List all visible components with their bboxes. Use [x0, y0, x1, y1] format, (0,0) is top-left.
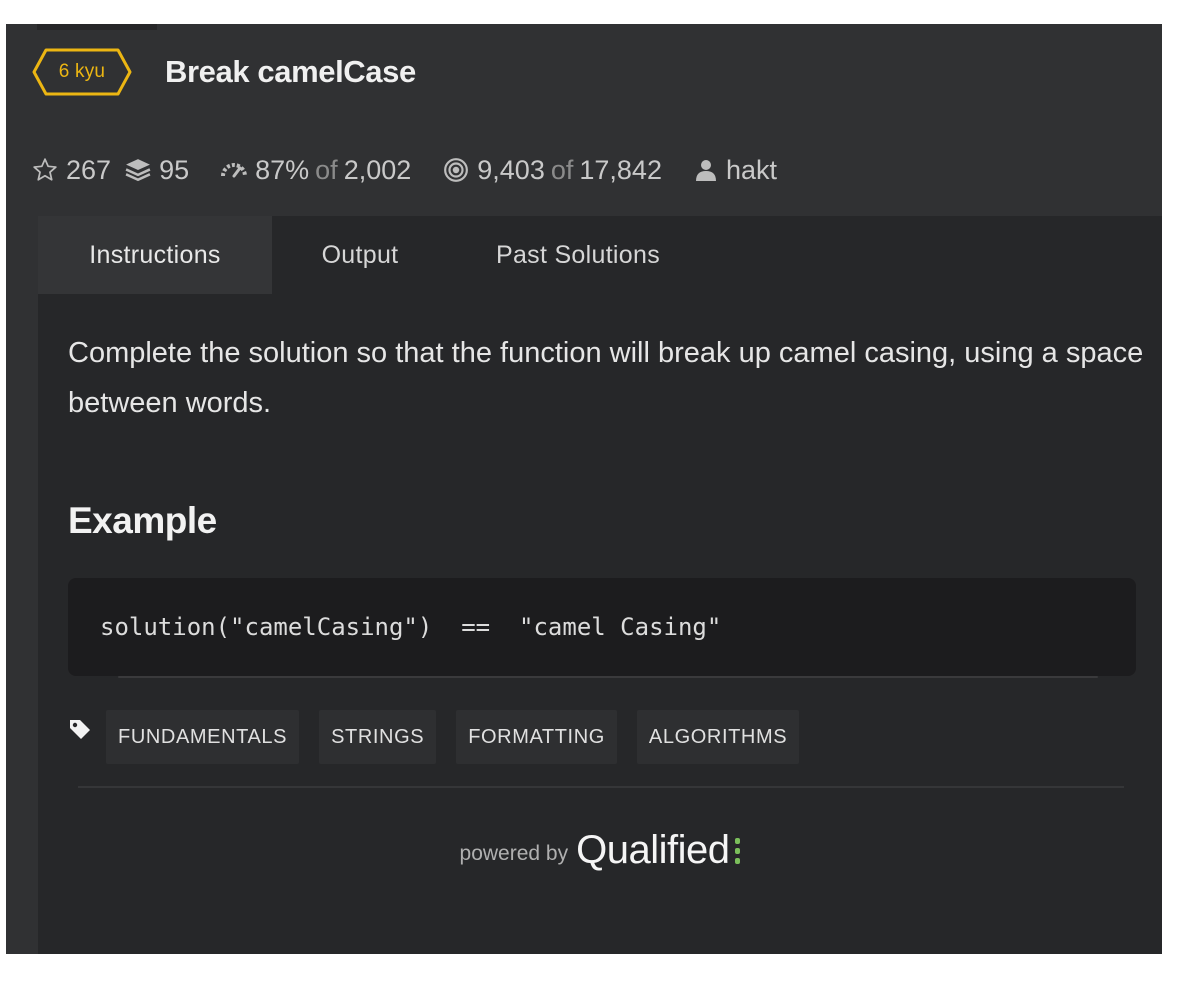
tab-instructions[interactable]: Instructions [38, 216, 272, 294]
tag-algorithms[interactable]: ALGORITHMS [636, 710, 800, 764]
tag-list: FUNDAMENTALS STRINGS FORMATTING ALGORITH… [68, 710, 819, 764]
collections-count: 95 [159, 154, 190, 185]
kata-description: Complete the solution so that the functi… [68, 337, 1144, 419]
tag-fundamentals[interactable]: FUNDAMENTALS [106, 710, 300, 764]
footer-divider [78, 786, 1124, 788]
star-outline-icon [32, 157, 58, 183]
example-heading: Example [68, 500, 217, 541]
tab-output[interactable]: Output [272, 216, 448, 294]
tab-past-solutions[interactable]: Past Solutions [448, 216, 708, 294]
rank-label: 6 kyu [58, 61, 106, 82]
author-name[interactable]: hakt [726, 155, 777, 186]
example-code: solution("camelCasing") == "camel Casing… [100, 613, 722, 641]
top-stub [37, 24, 157, 30]
tag-icon [68, 710, 106, 764]
completed-count: 9,403 [477, 154, 545, 185]
kata-header: 6 kyu Break camelCase [32, 48, 416, 96]
attempted-count: 17,842 [579, 154, 662, 185]
completed-of-label: of [550, 154, 574, 185]
satisfaction-stat: 87% of 2,002 [221, 155, 411, 186]
kata-title[interactable]: Break camelCase [165, 54, 416, 90]
collections-stat[interactable]: 95 [125, 155, 189, 186]
powered-by-footer: powered by Qualified [38, 822, 1162, 872]
tab-bar: Instructions Output Past Solutions [38, 216, 708, 294]
rank-badge: 6 kyu [32, 48, 132, 96]
tag-strings[interactable]: STRINGS [319, 710, 437, 764]
target-icon [443, 157, 469, 183]
user-icon [694, 158, 718, 182]
satisfaction-rating: 87% [255, 154, 310, 185]
kata-stats: 267 95 87% of 2,002 9,403 of 17,842 hakt [32, 146, 809, 194]
tag-formatting[interactable]: FORMATTING [456, 710, 617, 764]
kata-content: Instructions Output Past Solutions Compl… [38, 216, 1162, 954]
completion-stat: 9,403 of 17,842 [443, 155, 662, 186]
qualified-dots-icon [735, 838, 741, 864]
stack-icon [125, 158, 151, 182]
qualified-logo[interactable]: Qualified [576, 828, 730, 872]
satisfaction-of-label: of [315, 154, 338, 185]
example-code-block: solution("camelCasing") == "camel Casing… [68, 578, 1136, 676]
votes-count: 2,002 [343, 154, 412, 185]
code-block-shadow [118, 676, 1098, 678]
stars-count: 267 [66, 154, 112, 185]
powered-by-label: powered by [459, 842, 569, 865]
stars-stat[interactable]: 267 [32, 155, 111, 186]
author-stat[interactable]: hakt [694, 155, 777, 186]
gauge-icon [221, 160, 248, 180]
